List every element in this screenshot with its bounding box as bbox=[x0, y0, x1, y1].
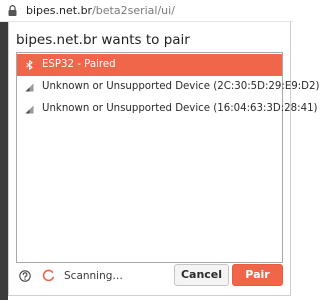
device-row-unknown-2[interactable]: Unknown or Unsupported Device (16:04:63:… bbox=[17, 98, 318, 120]
pair-button[interactable]: Pair bbox=[232, 264, 283, 286]
url-path: /beta2serial/ui/ bbox=[92, 4, 175, 17]
url-bar[interactable]: bipes.net.br/beta2serial/ui/ bbox=[0, 0, 293, 22]
signal-strength-icon bbox=[25, 105, 34, 114]
lock-icon[interactable] bbox=[6, 4, 19, 17]
device-row-unknown-1[interactable]: Unknown or Unsupported Device (2C:30:5D:… bbox=[17, 76, 319, 98]
bluetooth-icon bbox=[26, 60, 33, 70]
device-label: Unknown or Unsupported Device (16:04:63:… bbox=[42, 103, 318, 114]
page-background bbox=[0, 22, 8, 300]
bluetooth-pair-dialog: bipes.net.br wants to pair ESP32 - Paire… bbox=[8, 22, 319, 296]
device-list: ESP32 - Paired Unknown or Unsupported De… bbox=[16, 52, 319, 263]
device-row-esp32[interactable]: ESP32 - Paired bbox=[17, 54, 282, 76]
scanning-status: Scanning… bbox=[64, 270, 123, 282]
url-host: bipes.net.br bbox=[26, 4, 93, 17]
help-icon[interactable] bbox=[19, 270, 31, 282]
device-label: Unknown or Unsupported Device (2C:30:5D:… bbox=[42, 81, 320, 92]
device-label: ESP32 - Paired bbox=[42, 59, 116, 70]
url-text[interactable]: bipes.net.br/beta2serial/ui/ bbox=[26, 4, 175, 17]
dialog-title: bipes.net.br wants to pair bbox=[16, 32, 190, 48]
signal-strength-icon bbox=[25, 83, 34, 92]
loading-spinner-icon bbox=[42, 269, 54, 282]
cancel-button[interactable]: Cancel bbox=[174, 264, 229, 286]
